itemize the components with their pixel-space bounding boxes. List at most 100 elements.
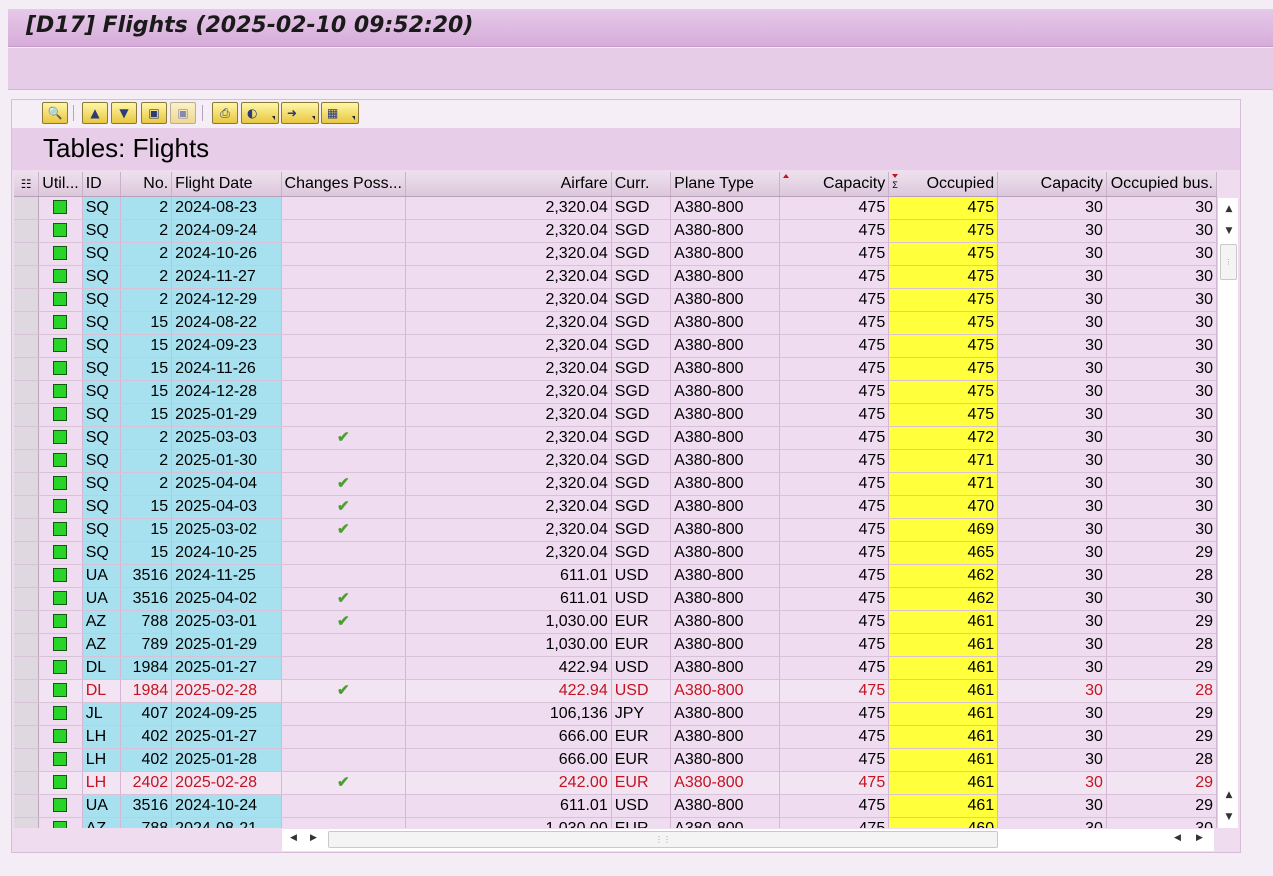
cell-capacity-business[interactable]: 30	[997, 265, 1107, 289]
cell-plane-type[interactable]: A380-800	[670, 518, 781, 542]
cell-capacity-business[interactable]: 30	[997, 242, 1107, 266]
table-row[interactable]: AZ 789 2025-01-29 1,030.00 EUR A380-800 475 461…	[14, 633, 1217, 657]
cell-capacity[interactable]: 475	[779, 794, 890, 818]
table-row[interactable]: UA 3516 2024-10-24 611.01 USD A380-800 475 461 3…	[14, 794, 1217, 818]
row-selector[interactable]	[14, 265, 40, 289]
cell-changes-possible[interactable]	[281, 564, 406, 588]
cell-occupied-business[interactable]: 29	[1106, 771, 1217, 795]
cell-id[interactable]: SQ	[82, 357, 122, 381]
cell-capacity[interactable]: 475	[779, 702, 890, 726]
cell-plane-type[interactable]: A380-800	[670, 656, 781, 680]
cell-occupied[interactable]: 461	[888, 794, 999, 818]
cell-no[interactable]: 2	[120, 242, 173, 266]
cell-occupied-business[interactable]: 30	[1106, 449, 1217, 473]
cell-occupied[interactable]: 461	[888, 610, 999, 634]
cell-occupied-business[interactable]: 28	[1106, 633, 1217, 657]
cell-flight-date[interactable]: 2025-01-29	[171, 633, 282, 657]
table-row[interactable]: SQ 2 2024-10-26 2,320.04 SGD A380-800 475 475 30…	[14, 242, 1217, 266]
cell-capacity-business[interactable]: 30	[997, 610, 1107, 634]
cell-flight-date[interactable]: 2025-02-28	[171, 771, 282, 795]
cell-id[interactable]: DL	[82, 656, 122, 680]
cell-flight-date[interactable]: 2024-11-27	[171, 265, 282, 289]
table-row[interactable]: JL 407 2024-09-25 106,136 JPY A380-800 475 461 3…	[14, 702, 1217, 726]
cell-capacity-business[interactable]: 30	[997, 334, 1107, 358]
col-header-changes-possible[interactable]: Changes Poss...	[281, 172, 406, 197]
cell-id[interactable]: SQ	[82, 311, 122, 335]
cell-occupied[interactable]: 475	[888, 380, 999, 404]
cell-currency[interactable]: SGD	[611, 495, 672, 519]
cell-occupied-business[interactable]: 30	[1106, 357, 1217, 381]
cell-airfare[interactable]: 611.01	[405, 564, 612, 588]
cell-airfare[interactable]: 242.00	[405, 771, 612, 795]
cell-airfare[interactable]: 1,030.00	[405, 817, 612, 828]
cell-occupied[interactable]: 475	[888, 242, 999, 266]
table-row[interactable]: SQ 15 2025-04-03 ✔ 2,320.04 SGD A380-800 475 470…	[14, 495, 1217, 519]
row-selector[interactable]	[14, 817, 40, 828]
table-row[interactable]: SQ 2 2024-12-29 2,320.04 SGD A380-800 475 475 30…	[14, 288, 1217, 312]
cell-airfare[interactable]: 2,320.04	[405, 334, 612, 358]
cell-changes-possible[interactable]	[281, 219, 406, 243]
cell-id[interactable]: SQ	[82, 288, 122, 312]
cell-capacity[interactable]: 475	[779, 334, 890, 358]
cell-no[interactable]: 788	[120, 817, 173, 828]
cell-plane-type[interactable]: A380-800	[670, 794, 781, 818]
cell-capacity[interactable]: 475	[779, 633, 890, 657]
cell-currency[interactable]: SGD	[611, 334, 672, 358]
table-row[interactable]: LH 402 2025-01-28 666.00 EUR A380-800 475 461 30…	[14, 748, 1217, 772]
table-row[interactable]: SQ 2 2025-01-30 2,320.04 SGD A380-800 475 471 30…	[14, 449, 1217, 473]
cell-no[interactable]: 2	[120, 219, 173, 243]
cell-occupied[interactable]: 470	[888, 495, 999, 519]
cell-airfare[interactable]: 2,320.04	[405, 403, 612, 427]
cell-plane-type[interactable]: A380-800	[670, 748, 781, 772]
cell-airfare[interactable]: 2,320.04	[405, 357, 612, 381]
cell-capacity[interactable]: 475	[779, 817, 890, 828]
cell-no[interactable]: 2	[120, 288, 173, 312]
cell-occupied[interactable]: 469	[888, 518, 999, 542]
cell-changes-possible[interactable]: ✔	[281, 495, 406, 519]
cell-capacity-business[interactable]: 30	[997, 817, 1107, 828]
table-row[interactable]: UA 3516 2024-11-25 611.01 USD A380-800 475 462 3…	[14, 564, 1217, 588]
cell-occupied[interactable]: 471	[888, 449, 999, 473]
cell-flight-date[interactable]: 2024-09-23	[171, 334, 282, 358]
cell-id[interactable]: LH	[82, 771, 122, 795]
cell-occupied-business[interactable]: 30	[1106, 242, 1217, 266]
cell-changes-possible[interactable]	[281, 288, 406, 312]
cell-no[interactable]: 1984	[120, 656, 173, 680]
cell-id[interactable]: SQ	[82, 403, 122, 427]
table-row[interactable]: SQ 15 2024-10-25 2,320.04 SGD A380-800 475 465 3…	[14, 541, 1217, 565]
cell-capacity[interactable]: 475	[779, 449, 890, 473]
cell-no[interactable]: 788	[120, 610, 173, 634]
cell-occupied-business[interactable]: 29	[1106, 702, 1217, 726]
cell-id[interactable]: SQ	[82, 426, 122, 450]
cell-no[interactable]: 2	[120, 472, 173, 496]
cell-currency[interactable]: SGD	[611, 311, 672, 335]
cell-occupied-business[interactable]: 28	[1106, 679, 1217, 703]
cell-changes-possible[interactable]	[281, 334, 406, 358]
cell-airfare[interactable]: 2,320.04	[405, 426, 612, 450]
cell-occupied[interactable]: 461	[888, 633, 999, 657]
cell-airfare[interactable]: 2,320.04	[405, 518, 612, 542]
cell-currency[interactable]: SGD	[611, 403, 672, 427]
cell-id[interactable]: SQ	[82, 265, 122, 289]
cell-flight-date[interactable]: 2024-10-26	[171, 242, 282, 266]
cell-changes-possible[interactable]	[281, 794, 406, 818]
cell-occupied[interactable]: 461	[888, 748, 999, 772]
row-selector[interactable]	[14, 334, 40, 358]
cell-occupied-business[interactable]: 28	[1106, 748, 1217, 772]
row-selector[interactable]	[14, 610, 40, 634]
cell-currency[interactable]: SGD	[611, 380, 672, 404]
cell-occupied-business[interactable]: 30	[1106, 311, 1217, 335]
cell-occupied[interactable]: 475	[888, 311, 999, 335]
cell-no[interactable]: 2402	[120, 771, 173, 795]
vertical-scroll-thumb[interactable]: ⋮	[1220, 244, 1237, 280]
cell-occupied[interactable]: 475	[888, 196, 999, 220]
col-header-plane-type[interactable]: Plane Type	[670, 172, 781, 197]
cell-occupied[interactable]: 460	[888, 817, 999, 828]
table-row[interactable]: DL 1984 2025-02-28 ✔ 422.94 USD A380-800 475 461…	[14, 679, 1217, 703]
cell-capacity-business[interactable]: 30	[997, 679, 1107, 703]
cell-id[interactable]: LH	[82, 748, 122, 772]
col-header-airfare[interactable]: Airfare	[405, 172, 612, 197]
cell-changes-possible[interactable]: ✔	[281, 518, 406, 542]
vertical-scrollbar[interactable]: ▲ ▼ ⋮ ▲ ▼	[1217, 198, 1238, 828]
row-selector[interactable]	[14, 426, 40, 450]
